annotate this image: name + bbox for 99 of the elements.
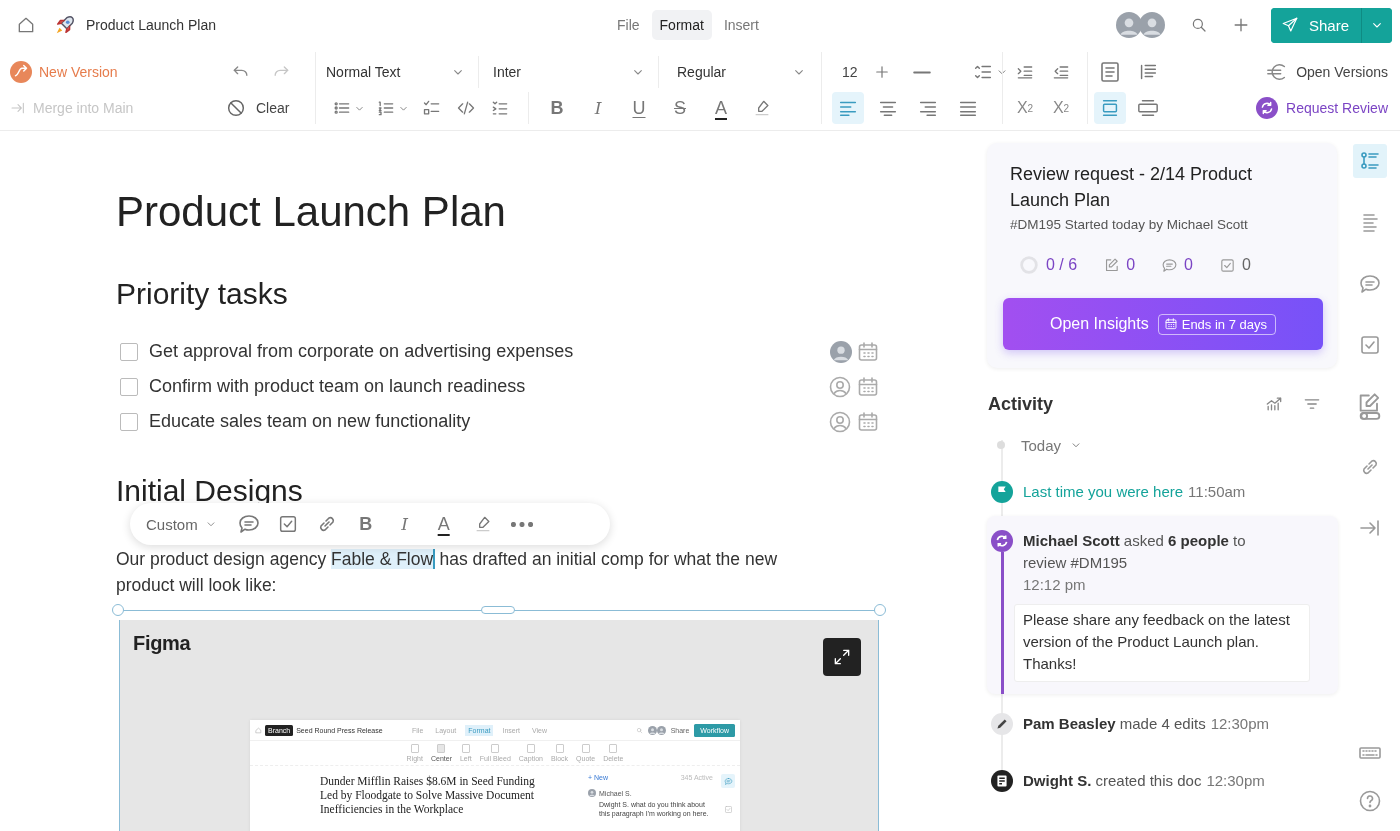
activity-heading: Activity [988, 393, 1054, 415]
branch-icon [10, 61, 32, 83]
menu-tab[interactable]: Format [651, 10, 712, 40]
comment-icon [236, 512, 261, 536]
timeline-dot [997, 441, 1005, 449]
stat-count: 0 [1184, 256, 1193, 274]
resize-handle[interactable] [874, 604, 886, 616]
pencil-icon [991, 713, 1013, 735]
doc-icon [1098, 60, 1122, 84]
dropdown[interactable]: Inter [479, 56, 659, 88]
menu-tab[interactable]: Insert [715, 10, 767, 40]
toggle-list-icon [490, 98, 510, 118]
document-icon [991, 770, 1013, 792]
avatar-icon [647, 725, 657, 735]
comment-text: Please share any feedback on the latest version of the Product Launch plan. Thanks! [1014, 604, 1310, 682]
home-icon [255, 726, 262, 734]
checkbox[interactable] [120, 412, 138, 431]
calendar-icon[interactable] [856, 339, 880, 364]
activity-time: 12:12 pm [1023, 575, 1087, 595]
italic-button[interactable]: I [388, 508, 421, 540]
search-icon [635, 726, 643, 734]
comment-icon[interactable] [721, 774, 735, 788]
stat-count: 0 [1241, 256, 1251, 274]
underline-button[interactable]: U [623, 92, 655, 124]
article-headline: Dunder Mifflin Raises $8.6M in Seed Funding Led by Floodgate to Solve Massive Document Inefficiencies in the Workplace [320, 774, 536, 818]
resize-handle[interactable] [112, 604, 124, 616]
assign-user-icon[interactable] [828, 409, 852, 434]
embed-label: Figma [133, 632, 191, 655]
bold-button[interactable]: B [349, 508, 382, 540]
minus-icon [912, 69, 931, 75]
menu-tab[interactable]: File [609, 10, 648, 40]
expand-button[interactable] [823, 638, 861, 676]
avatar-icon [588, 789, 596, 797]
clear-button[interactable]: Clear [225, 92, 290, 124]
send-icon [1280, 16, 1299, 34]
avatar-icon [1115, 12, 1142, 38]
clear-format-icon [225, 97, 247, 119]
activity-text: Michael Scott asked 6 people to review #DM195 [1023, 531, 1247, 573]
date-filter-dropdown[interactable]: Today [1021, 436, 1084, 454]
outline-icon[interactable] [1353, 144, 1387, 178]
comment-icon [1161, 256, 1179, 274]
avatar-icon [656, 725, 666, 735]
activity-time: 12:30pm [1210, 714, 1269, 734]
text-color-button[interactable]: A [705, 92, 737, 124]
merge-arrow-icon [10, 100, 26, 116]
open-versions-button[interactable]: Open Versions [1266, 56, 1388, 88]
section-heading: Priority tasks [116, 276, 289, 312]
document-heading: Product Launch Plan [116, 187, 507, 237]
calendar-icon[interactable] [856, 374, 880, 399]
text-color-button[interactable]: A [427, 508, 460, 540]
assign-user-icon[interactable] [828, 374, 852, 399]
calendar-icon [1163, 317, 1178, 331]
stat-count: 0 / 6 [1046, 256, 1078, 274]
deadline-text: Ends in 7 days [1181, 316, 1267, 332]
inline-width-button[interactable] [1094, 92, 1126, 124]
request-review-button[interactable]: Request Review [1256, 92, 1388, 124]
activity-text: Dwight S. created this doc [1023, 771, 1202, 791]
checklist-icon [422, 98, 442, 118]
full-width-icon [1137, 97, 1159, 119]
checkbox[interactable] [120, 342, 138, 361]
style-dropdown[interactable]: Custom [146, 515, 218, 533]
section-heading: Initial Designs [116, 473, 304, 505]
expand-icon [832, 647, 852, 667]
task-text: Confirm with product team on launch readiness [149, 376, 526, 397]
font-size-value: 12 [841, 64, 858, 80]
checkbox[interactable] [120, 377, 138, 396]
checkbox-icon [723, 804, 733, 814]
dropdown[interactable]: Regular [659, 56, 819, 88]
more-icon [510, 521, 533, 527]
open-insights-button[interactable]: Open Insights Ends in 7 days [1003, 298, 1323, 350]
task-text: Educate sales team on new functionality [149, 411, 471, 432]
review-subtitle: #DM195 Started today by Michael Scott [1010, 217, 1249, 232]
stat-count: 0 [1126, 256, 1136, 274]
activity-time: 12:30pm [1206, 771, 1265, 791]
edit-icon [1103, 256, 1121, 274]
review-icon [991, 530, 1013, 552]
new-version-button[interactable]: New Version [10, 56, 225, 88]
calendar-icon[interactable] [856, 409, 880, 434]
task-text: Get approval from corporate on advertising expenses [149, 341, 574, 362]
dropdown[interactable]: Normal Text [316, 56, 479, 88]
activity-text: Pam Beasley made 4 edits [1023, 714, 1206, 734]
rocket-icon [54, 14, 76, 36]
checkbox-icon [1218, 256, 1236, 274]
review-icon [1256, 97, 1279, 119]
review-title: Review request - 2/14 Product Launch Plan [1010, 163, 1254, 212]
bold-button[interactable]: B [541, 92, 573, 124]
paragraph-text: Our product design agency Fable & Flow has drafted an initial comp for what the new product will look like: [116, 548, 779, 597]
share-button[interactable]: Share [1270, 7, 1362, 43]
strikethrough-button[interactable]: S [664, 92, 696, 124]
activity-time: 11:50am [1188, 482, 1246, 502]
comment-icon [723, 776, 733, 786]
flag-icon [991, 481, 1013, 503]
resize-handle[interactable] [481, 606, 515, 614]
document-title: Product Launch Plan [86, 17, 216, 33]
avatar-icon [830, 340, 852, 363]
align-left-button[interactable] [832, 92, 864, 124]
italic-button[interactable]: I [582, 92, 614, 124]
avatar-icon [1138, 12, 1165, 38]
activity-text: Last time you were here [1023, 482, 1184, 502]
